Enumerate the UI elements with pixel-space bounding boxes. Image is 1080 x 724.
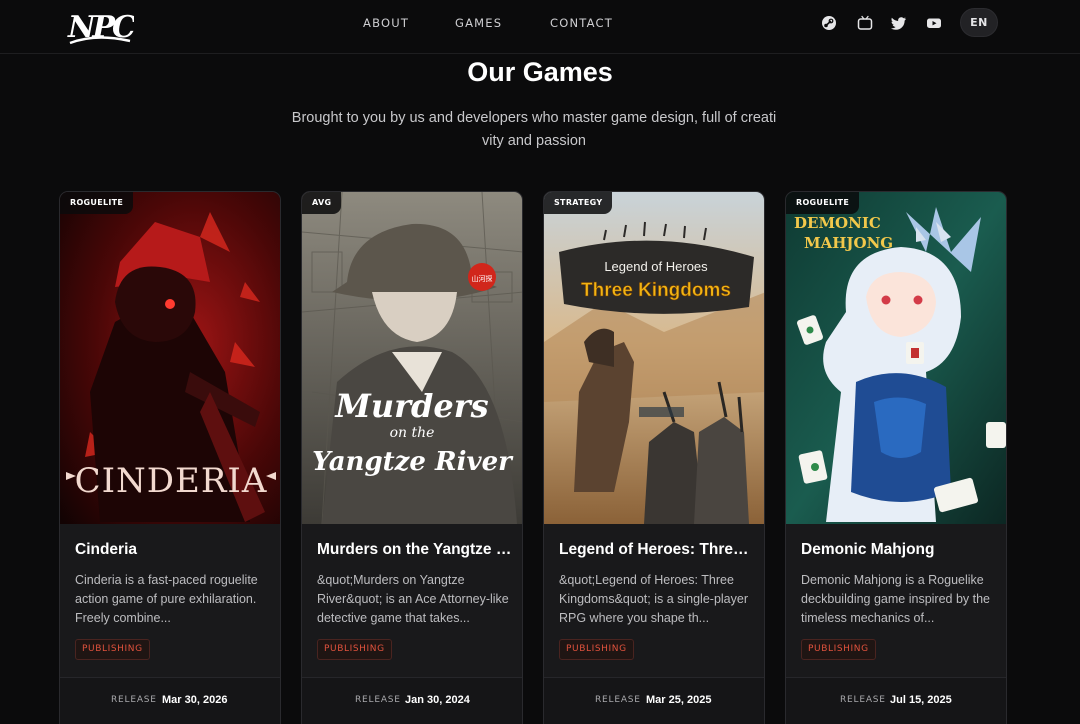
nav-games[interactable]: GAMES — [455, 16, 502, 30]
game-cover-art[interactable]: CINDERIA — [60, 192, 280, 524]
genre-badge: STRATEGY — [544, 192, 613, 214]
twitter-icon[interactable] — [890, 14, 908, 32]
release-label: RELEASE — [355, 695, 401, 705]
publishing-tag: PUBLISHING — [801, 639, 876, 660]
publishing-tag: PUBLISHING — [317, 639, 392, 660]
bilibili-icon[interactable] — [856, 14, 874, 32]
game-cover-art[interactable]: 山河探 Murders on the Yangtze River — [302, 192, 522, 524]
release-label: RELEASE — [840, 695, 886, 705]
svg-text:山河探: 山河探 — [472, 274, 493, 283]
game-description: Demonic Mahjong is a Roguelike deckbuild… — [801, 573, 991, 625]
release-label: RELEASE — [111, 695, 157, 705]
game-description: Cinderia is a fast-paced roguelite actio… — [75, 573, 258, 625]
page-title: Our Games — [467, 57, 613, 87]
svg-text:Murders: Murders — [334, 387, 488, 425]
release-info: RELEASE Jul 15, 2025 — [786, 677, 1006, 724]
section-subtitle: Brought to you by us and developers who … — [291, 110, 777, 149]
svg-text:Three Kingdoms: Three Kingdoms — [581, 280, 731, 301]
game-description: &quot;Murders on Yangtze River&quot; is … — [317, 573, 509, 625]
genre-badge: AVG — [302, 192, 342, 214]
release-info: RELEASE Jan 30, 2024 — [302, 677, 522, 724]
youtube-icon[interactable] — [925, 14, 943, 32]
release-date: Jan 30, 2024 — [405, 694, 470, 706]
release-label: RELEASE — [595, 695, 641, 705]
release-date: Jul 15, 2025 — [890, 694, 952, 706]
steam-icon[interactable] — [820, 14, 838, 32]
game-title[interactable]: Demonic Mahjong — [801, 541, 997, 559]
language-switcher[interactable]: EN — [960, 8, 998, 37]
svg-text:CINDERIA: CINDERIA — [75, 461, 268, 501]
nav-about[interactable]: ABOUT — [363, 16, 409, 30]
svg-text:MAHJONG: MAHJONG — [804, 234, 893, 252]
release-info: RELEASE Mar 25, 2025 — [544, 677, 764, 724]
nav-contact[interactable]: CONTACT — [550, 16, 613, 30]
game-description: &quot;Legend of Heroes: Three Kingdoms&q… — [559, 573, 748, 625]
release-date: Mar 25, 2025 — [646, 694, 712, 706]
genre-badge: ROGUELITE — [786, 192, 860, 214]
game-card-murders-on-the-yangtze-river[interactable]: 山河探 Murders on the Yangtze River AVG Mur… — [301, 191, 523, 724]
svg-text:DEMONIC: DEMONIC — [794, 214, 881, 232]
release-info: RELEASE Mar 30, 2026 — [60, 677, 280, 724]
game-title[interactable]: Murders on the Yangtze River — [317, 541, 513, 559]
game-title[interactable]: Legend of Heroes: Three Kingdoms — [559, 541, 755, 559]
game-cover-art[interactable]: DEMONIC MAHJONG — [786, 192, 1006, 524]
release-date: Mar 30, 2026 — [162, 694, 228, 706]
svg-text:Legend of Heroes: Legend of Heroes — [604, 259, 708, 274]
svg-text:on the: on the — [390, 425, 435, 441]
game-cover-art[interactable]: Legend of Heroes Three Kingdoms — [544, 192, 764, 524]
game-card-cinderia[interactable]: CINDERIA ROGUELITE Cinderia Cinderia is … — [59, 191, 281, 724]
genre-badge: ROGUELITE — [60, 192, 134, 214]
svg-text:Yangtze River: Yangtze River — [312, 447, 514, 477]
game-card-legend-of-heroes[interactable]: Legend of Heroes Three Kingdoms STRATEGY… — [543, 191, 765, 724]
main-nav: ABOUT GAMES CONTACT — [0, 16, 1080, 30]
game-title[interactable]: Cinderia — [75, 541, 271, 559]
top-navigation-bar: NPC ABOUT GAMES CONTACT EN — [0, 0, 1080, 54]
game-card-demonic-mahjong[interactable]: DEMONIC MAHJONG ROGUELITE Demonic Mahjon… — [785, 191, 1007, 724]
publishing-tag: PUBLISHING — [75, 639, 150, 660]
publishing-tag: PUBLISHING — [559, 639, 634, 660]
